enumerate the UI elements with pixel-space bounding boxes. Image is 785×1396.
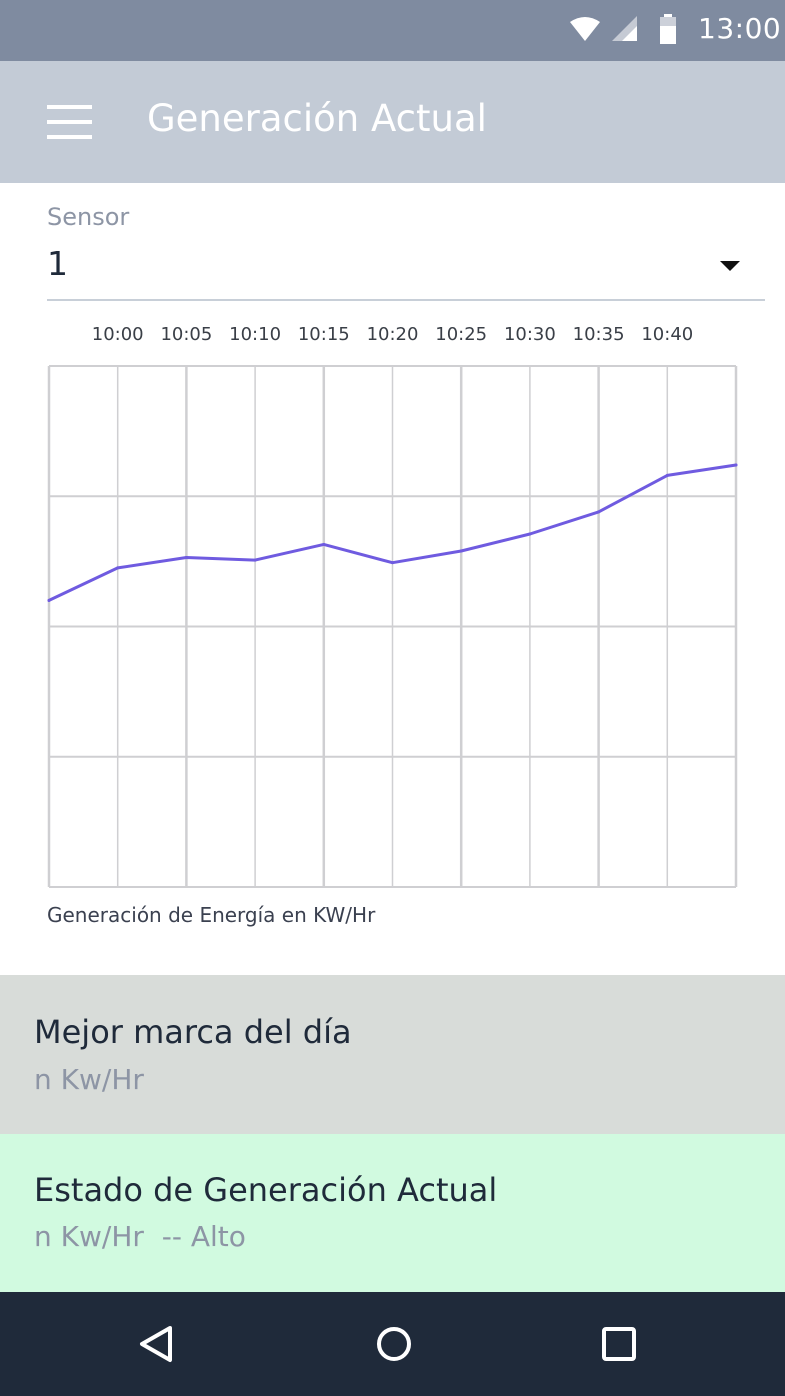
page-title: Generación Actual	[147, 97, 487, 140]
x-tick-label: 10:20	[367, 324, 419, 345]
data-point	[734, 463, 738, 467]
data-point	[665, 473, 669, 477]
wifi-icon	[570, 17, 600, 41]
generation-chart: 10:00 10:05 10:10 10:15 10:20 10:25 10:30 10:35…	[47, 324, 738, 888]
x-tick-label: 10:25	[435, 324, 487, 345]
data-point	[459, 549, 463, 553]
back-icon[interactable]	[126, 1316, 186, 1372]
generation-state-value: n Kw/Hr -- Alto	[34, 1220, 246, 1253]
x-tick-label: 10:35	[573, 324, 625, 345]
data-point	[528, 532, 532, 536]
data-point	[184, 555, 188, 559]
data-point	[322, 542, 326, 546]
best-mark-value: n Kw/Hr	[34, 1063, 144, 1096]
data-point	[391, 561, 394, 565]
data-point	[47, 598, 51, 602]
sensor-label: Sensor	[47, 203, 130, 231]
recents-icon[interactable]	[589, 1316, 649, 1372]
x-tick-label: 10:00	[92, 324, 144, 345]
x-tick-label: 10:30	[504, 324, 556, 345]
status-time: 13:00	[698, 12, 782, 45]
dropdown-arrow-icon	[720, 261, 740, 271]
x-tick-label: 10:15	[298, 324, 350, 345]
x-tick-label: 10:40	[641, 324, 693, 345]
sensor-dropdown[interactable]: 1	[47, 240, 765, 301]
menu-icon[interactable]	[47, 105, 92, 139]
best-mark-title: Mejor marca del día	[34, 1013, 352, 1051]
generation-state-title: Estado de Generación Actual	[34, 1171, 498, 1209]
sensor-value: 1	[47, 244, 68, 283]
status-bar: 13:00	[0, 0, 785, 61]
data-point	[597, 510, 601, 514]
x-tick-label: 10:10	[229, 324, 281, 345]
generation-state-card: Estado de Generación Actual n Kw/Hr -- A…	[0, 1134, 785, 1292]
home-icon[interactable]	[364, 1316, 424, 1372]
x-tick-label: 10:05	[160, 324, 212, 345]
battery-icon	[660, 14, 676, 44]
chart-x-label: Generación de Energía en KW/Hr	[47, 903, 376, 927]
app-bar: Generación Actual	[0, 61, 785, 183]
data-point	[116, 566, 120, 570]
navigation-bar	[0, 1292, 785, 1396]
data-point	[253, 558, 257, 562]
best-mark-card: Mejor marca del día n Kw/Hr	[0, 975, 785, 1134]
signal-icon	[612, 16, 637, 41]
